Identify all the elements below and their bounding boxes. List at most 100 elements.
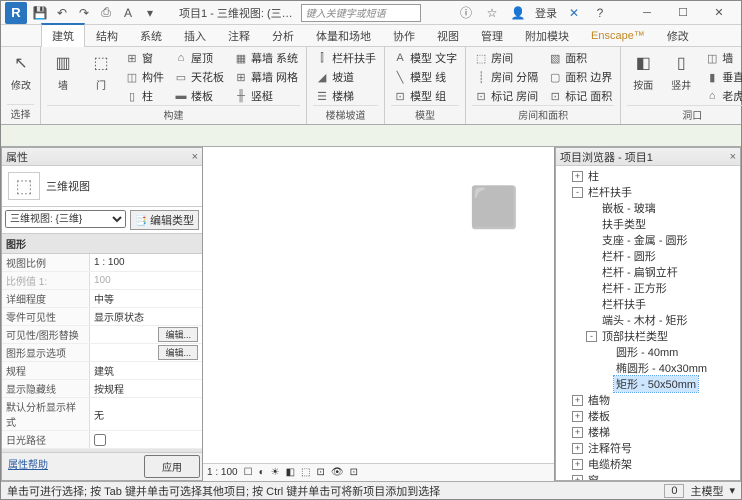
browser-close-icon[interactable]: × bbox=[730, 151, 736, 163]
tab-massing[interactable]: 体量和场地 bbox=[305, 24, 382, 48]
detail-level-icon[interactable]: ☐ bbox=[244, 467, 253, 478]
tree-node[interactable]: -栏杆扶手 bbox=[556, 184, 740, 200]
tree-label[interactable]: 注释符号 bbox=[586, 440, 634, 456]
expand-icon[interactable]: - bbox=[572, 187, 583, 198]
shadows-icon[interactable]: ◧ bbox=[286, 467, 295, 478]
tab-collaborate[interactable]: 协作 bbox=[382, 24, 426, 48]
roof-button[interactable]: ⌂屋顶 bbox=[172, 49, 226, 67]
room-tag-button[interactable]: ⊡标记 房间 bbox=[472, 87, 540, 105]
info-icon[interactable]: ⓘ bbox=[457, 4, 475, 22]
tree-label[interactable]: 栏杆 - 圆形 bbox=[600, 248, 658, 264]
tree-node[interactable]: 支座 - 金属 - 圆形 bbox=[556, 232, 740, 248]
curtain-sys-button[interactable]: ▦幕墙 系统 bbox=[232, 49, 300, 67]
tree-node[interactable]: -顶部扶栏类型 bbox=[556, 328, 740, 344]
room-sep-button[interactable]: ┊房间 分隔 bbox=[472, 68, 540, 86]
tree-node[interactable]: 圆形 - 40mm bbox=[556, 344, 740, 360]
tree-label[interactable]: 楼梯 bbox=[586, 424, 612, 440]
stair-button[interactable]: ☰楼梯 bbox=[313, 87, 378, 105]
tree-label[interactable]: 顶部扶栏类型 bbox=[600, 328, 670, 344]
view-cube[interactable]: ⬛ bbox=[464, 177, 524, 237]
tree-label[interactable]: 柱 bbox=[586, 168, 601, 184]
area-button[interactable]: ▧面积 bbox=[546, 49, 614, 67]
redo-icon[interactable]: ↷ bbox=[75, 4, 93, 22]
curtain-grid-button[interactable]: ⊞幕墙 网格 bbox=[232, 68, 300, 86]
minimize-button[interactable]: ─ bbox=[629, 2, 665, 24]
opening-vert-button[interactable]: ▮垂直 bbox=[703, 68, 742, 86]
prop-analy-value[interactable]: 无 bbox=[90, 398, 202, 430]
tree-label[interactable]: 栏杆扶手 bbox=[600, 296, 648, 312]
prop-sun-checkbox[interactable] bbox=[94, 434, 106, 446]
properties-help-link[interactable]: 属性帮助 bbox=[2, 453, 142, 480]
render-icon[interactable]: ⬚ bbox=[301, 467, 310, 478]
tree-node[interactable]: +注释符号 bbox=[556, 440, 740, 456]
tree-label[interactable]: 端头 - 木材 - 矩形 bbox=[600, 312, 690, 328]
tree-node[interactable]: 扶手类型 bbox=[556, 216, 740, 232]
dormer-button[interactable]: ⌂老虎窗 bbox=[703, 87, 742, 105]
sun-path-icon[interactable]: ☀ bbox=[271, 467, 280, 478]
prop-sun-value[interactable] bbox=[90, 431, 202, 448]
app-logo[interactable]: R bbox=[5, 2, 27, 24]
tab-architecture[interactable]: 建筑 bbox=[41, 23, 85, 48]
tree-label[interactable]: 植物 bbox=[586, 392, 612, 408]
model-label[interactable]: 主模型 bbox=[690, 483, 723, 499]
tab-modify[interactable]: 修改 bbox=[656, 24, 700, 48]
tab-view[interactable]: 视图 bbox=[426, 24, 470, 48]
save-icon[interactable]: 💾 bbox=[31, 4, 49, 22]
tab-manage[interactable]: 管理 bbox=[470, 24, 514, 48]
tab-addins[interactable]: 附加模块 bbox=[514, 24, 580, 48]
expand-icon[interactable]: - bbox=[586, 331, 597, 342]
prop-hidden-value[interactable]: 按规程 bbox=[90, 380, 202, 397]
model-line-button[interactable]: ╲模型 线 bbox=[391, 68, 459, 86]
visual-style-icon[interactable]: ◐ bbox=[259, 467, 265, 478]
ramp-button[interactable]: ◢坡道 bbox=[313, 68, 378, 86]
expand-icon[interactable]: + bbox=[572, 443, 583, 454]
tab-annotate[interactable]: 注释 bbox=[217, 24, 261, 48]
tree-label[interactable]: 栏杆 - 正方形 bbox=[600, 280, 669, 296]
tree-label[interactable]: 栏杆 - 扁钢立杆 bbox=[600, 264, 680, 280]
hide-icon[interactable]: 👁 bbox=[331, 467, 344, 478]
tree-node[interactable]: 栏杆扶手 bbox=[556, 296, 740, 312]
expand-icon[interactable]: + bbox=[572, 171, 583, 182]
cat-graphics[interactable]: 图形 bbox=[2, 234, 202, 254]
properties-close-icon[interactable]: × bbox=[192, 151, 198, 163]
print-icon[interactable]: ⎙ bbox=[97, 4, 115, 22]
tree-label[interactable]: 嵌板 - 玻璃 bbox=[600, 200, 658, 216]
tree-label[interactable]: 支座 - 金属 - 圆形 bbox=[600, 232, 690, 248]
search-input[interactable]: 键入关键字或短语 bbox=[301, 4, 421, 22]
tree-node[interactable]: 栏杆 - 正方形 bbox=[556, 280, 740, 296]
ceiling-button[interactable]: ▭天花板 bbox=[172, 68, 226, 86]
tree-label[interactable]: 矩形 - 50x50mm bbox=[614, 376, 698, 392]
room-button[interactable]: ⬚房间 bbox=[472, 49, 540, 67]
railing-button[interactable]: ⫿栏杆扶手 bbox=[313, 49, 378, 67]
tab-insert[interactable]: 插入 bbox=[173, 24, 217, 48]
tab-analyze[interactable]: 分析 bbox=[261, 24, 305, 48]
area-bd-button[interactable]: ▢面积 边界 bbox=[546, 68, 614, 86]
type-selector[interactable]: 三维视图: {三维} bbox=[5, 210, 126, 228]
tree-label[interactable]: 圆形 - 40mm bbox=[614, 344, 680, 360]
tab-structure[interactable]: 结构 bbox=[85, 24, 129, 48]
crop-icon[interactable]: ⊡ bbox=[316, 467, 324, 478]
column-button[interactable]: ▯柱 bbox=[123, 87, 166, 105]
tab-enscape[interactable]: Enscape™ bbox=[580, 26, 656, 46]
prop-vis-edit-button[interactable]: 编辑... bbox=[158, 327, 198, 342]
window-button[interactable]: ⊞窗 bbox=[123, 49, 166, 67]
tree-node[interactable]: +楼板 bbox=[556, 408, 740, 424]
door-button[interactable]: ⬚门 bbox=[85, 49, 117, 94]
tree-node[interactable]: +楼梯 bbox=[556, 424, 740, 440]
exchange-icon[interactable]: ✕ bbox=[565, 4, 583, 22]
tree-label[interactable]: 椭圆形 - 40x30mm bbox=[614, 360, 709, 376]
expand-icon[interactable]: + bbox=[572, 427, 583, 438]
tree-node[interactable]: +窗 bbox=[556, 472, 740, 480]
tree-label[interactable]: 栏杆扶手 bbox=[586, 184, 634, 200]
login-link[interactable]: 登录 bbox=[535, 5, 557, 21]
expand-icon[interactable]: + bbox=[572, 475, 583, 481]
prop-disp-edit-button[interactable]: 编辑... bbox=[158, 345, 198, 360]
wall-button[interactable]: ▥墙 bbox=[47, 49, 79, 94]
browser-tree[interactable]: +柱-栏杆扶手嵌板 - 玻璃扶手类型支座 - 金属 - 圆形栏杆 - 圆形栏杆 … bbox=[556, 166, 740, 480]
opening-face-button[interactable]: ◧按面 bbox=[627, 49, 659, 94]
tree-label[interactable]: 电缆桥架 bbox=[586, 456, 634, 472]
prop-vis-value[interactable]: 编辑... bbox=[90, 326, 202, 343]
modify-button[interactable]: ↖修改 bbox=[7, 49, 35, 94]
apply-button[interactable]: 应用 bbox=[144, 455, 200, 478]
tree-label[interactable]: 楼板 bbox=[586, 408, 612, 424]
